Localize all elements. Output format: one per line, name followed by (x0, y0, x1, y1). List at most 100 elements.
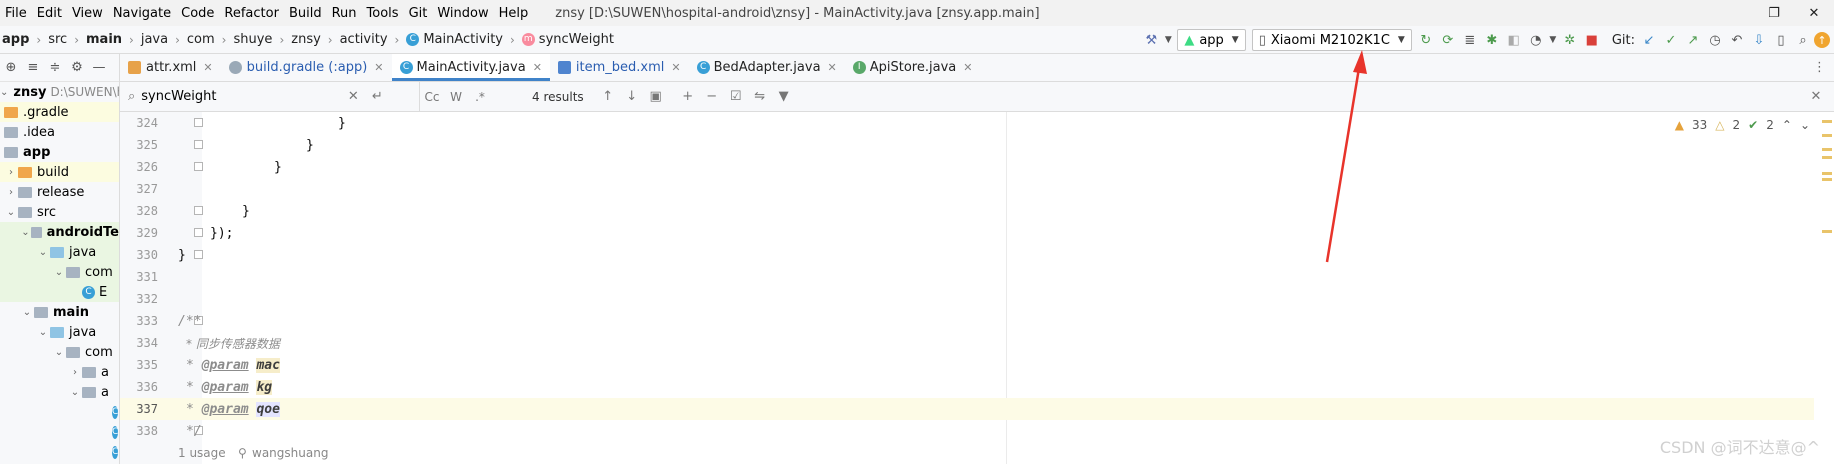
tab-bedadapter-java[interactable]: C BedAdapter.java ✕ (689, 54, 845, 81)
close-find-icon[interactable]: ✕ (1804, 86, 1828, 108)
tree-item-androidtest[interactable]: ⌄ androidTe (0, 222, 119, 242)
clear-search-icon[interactable]: ✕ (341, 86, 365, 108)
error-stripe-mark[interactable] (1822, 156, 1832, 159)
breadcrumb-src[interactable]: src (46, 32, 69, 47)
fold-marker-icon[interactable] (194, 206, 203, 215)
menu-tools[interactable]: Tools (362, 6, 404, 21)
code-editor[interactable]: 324} 325} 326} 327 328} 329}); 330} 33 1 … (120, 112, 1834, 464)
fold-marker-icon[interactable] (194, 250, 203, 259)
profile-icon[interactable]: ◔ (1525, 29, 1547, 51)
rollback-icon[interactable]: ↶ (1726, 29, 1748, 51)
tree-item-app[interactable]: app (0, 142, 119, 162)
run-config-select[interactable]: ▲ app ▼ (1177, 29, 1246, 51)
menu-navigate[interactable]: Navigate (108, 6, 176, 21)
hide-icon[interactable]: — (88, 57, 110, 79)
tab-item-bed-xml[interactable]: item_bed.xml ✕ (550, 54, 689, 81)
add-occurrence-icon[interactable]: + (676, 86, 700, 108)
tree-item-znsy[interactable]: ⌄ znsyD:\SUWEN\ho (0, 82, 119, 102)
tree-item-com-test[interactable]: ⌄ com (0, 262, 119, 282)
debug-icon[interactable]: ✱ (1481, 29, 1503, 51)
inspection-widget[interactable]: ▲ 33 △ 2 ✔ 2 ⌃ ⌄ (1675, 118, 1810, 132)
regex-toggle[interactable]: .* (468, 86, 492, 108)
git-commit-icon[interactable]: ✓ (1660, 29, 1682, 51)
tree-item-class-3[interactable]: C (0, 442, 119, 462)
tab-options-icon[interactable]: ⋮ (1813, 60, 1826, 75)
tree-item-idea[interactable]: .idea (0, 122, 119, 142)
tree-item-gradle[interactable]: .gradle (0, 102, 119, 122)
menu-view[interactable]: View (67, 6, 108, 21)
menu-code[interactable]: Code (176, 6, 219, 21)
tree-item-package-a1[interactable]: › a (0, 362, 119, 382)
menu-run[interactable]: Run (327, 6, 362, 21)
error-stripe-mark[interactable] (1822, 230, 1832, 233)
tree-item-src[interactable]: ⌄ src (0, 202, 119, 222)
attach-debugger-icon[interactable]: ✲ (1559, 29, 1581, 51)
author-hint[interactable]: wangshuang (252, 446, 328, 460)
run-list-icon[interactable]: ≣ (1459, 29, 1481, 51)
close-icon[interactable]: ✕ (828, 61, 837, 74)
menu-window[interactable]: Window (432, 6, 493, 21)
fold-marker-icon[interactable] (194, 118, 203, 127)
menu-git[interactable]: Git (404, 6, 433, 21)
select-all-matches-icon[interactable]: ☑ (724, 86, 748, 108)
breadcrumb-app[interactable]: app (0, 32, 31, 47)
next-highlight-icon[interactable]: ⌄ (1800, 118, 1810, 132)
tab-mainactivity-java[interactable]: C MainActivity.java ✕ (391, 54, 551, 81)
error-stripe-mark[interactable] (1822, 178, 1832, 181)
next-occurrence-icon[interactable]: ↓ (620, 86, 644, 108)
tree-item-com-main[interactable]: ⌄ com (0, 342, 119, 362)
breadcrumb-java[interactable]: java (139, 32, 170, 47)
menu-edit[interactable]: Edit (32, 6, 67, 21)
tree-item-main[interactable]: ⌄ main (0, 302, 119, 322)
sdk-manager-icon[interactable]: ⇩ (1748, 29, 1770, 51)
breadcrumb-znsy[interactable]: znsy (289, 32, 323, 47)
apply-changes-restart-icon[interactable]: ↻ (1415, 29, 1437, 51)
breadcrumb-activity[interactable]: activity (338, 32, 390, 47)
tab-build-gradle[interactable]: build.gradle (:app) ✕ (221, 54, 392, 81)
fold-marker-icon[interactable] (194, 228, 203, 237)
menu-refactor[interactable]: Refactor (219, 6, 284, 21)
apply-code-changes-icon[interactable]: ⟳ (1437, 29, 1459, 51)
device-manager-icon[interactable]: ▯ (1770, 29, 1792, 51)
hammer-icon[interactable]: ⚒ (1140, 29, 1162, 51)
device-select[interactable]: ▯ Xiaomi M2102K1C ▼ (1251, 29, 1412, 51)
coverage-icon[interactable]: ◧ (1503, 29, 1525, 51)
expand-all-icon[interactable]: ≑ (44, 57, 66, 79)
tree-item-class-1[interactable]: C (0, 402, 119, 422)
breadcrumb-shuye[interactable]: shuye (231, 32, 274, 47)
error-stripe-mark[interactable] (1822, 148, 1832, 151)
previous-occurrence-icon[interactable]: ↑ (596, 86, 620, 108)
dropdown-icon[interactable]: ▼ (1547, 29, 1559, 51)
whole-words-toggle[interactable]: W (444, 86, 468, 108)
menu-help[interactable]: Help (494, 6, 534, 21)
tab-apistore-java[interactable]: I ApiStore.java ✕ (845, 54, 981, 81)
tree-item-class-2[interactable]: C (0, 422, 119, 442)
history-icon[interactable]: ◷ (1704, 29, 1726, 51)
new-line-icon[interactable]: ↵ (365, 86, 389, 108)
close-icon[interactable]: ✕ (963, 61, 972, 74)
close-icon[interactable]: ✕ (203, 61, 212, 74)
breadcrumb-syncweight[interactable]: m syncWeight (520, 32, 616, 47)
usages-hint[interactable]: 1 usage (178, 446, 226, 460)
close-icon[interactable]: ✕ (374, 61, 383, 74)
error-stripe-mark[interactable] (1822, 172, 1832, 175)
close-icon[interactable]: ✕ (1794, 6, 1834, 21)
tab-attr-xml[interactable]: attr.xml ✕ (120, 54, 221, 81)
gear-icon[interactable]: ⚙ (66, 57, 88, 79)
tree-item-java-test[interactable]: ⌄ java (0, 242, 119, 262)
update-icon[interactable]: ↑ (1814, 32, 1830, 48)
breadcrumb-main[interactable]: main (84, 32, 124, 47)
fold-marker-icon[interactable] (194, 140, 203, 149)
error-stripe-mark[interactable] (1822, 134, 1832, 137)
close-icon[interactable]: ✕ (671, 61, 680, 74)
menu-file[interactable]: File (0, 6, 32, 21)
breadcrumb-com[interactable]: com (185, 32, 217, 47)
search-icon[interactable]: ⌕ (1792, 29, 1814, 51)
error-stripe-mark[interactable] (1822, 120, 1832, 123)
select-opened-file-icon[interactable]: ⊕ (0, 57, 22, 79)
fold-marker-icon[interactable] (194, 162, 203, 171)
match-case-toggle[interactable]: Cc (420, 86, 444, 108)
tree-item-java-main[interactable]: ⌄ java (0, 322, 119, 342)
search-input[interactable] (141, 89, 342, 104)
close-icon[interactable]: ✕ (533, 61, 542, 74)
